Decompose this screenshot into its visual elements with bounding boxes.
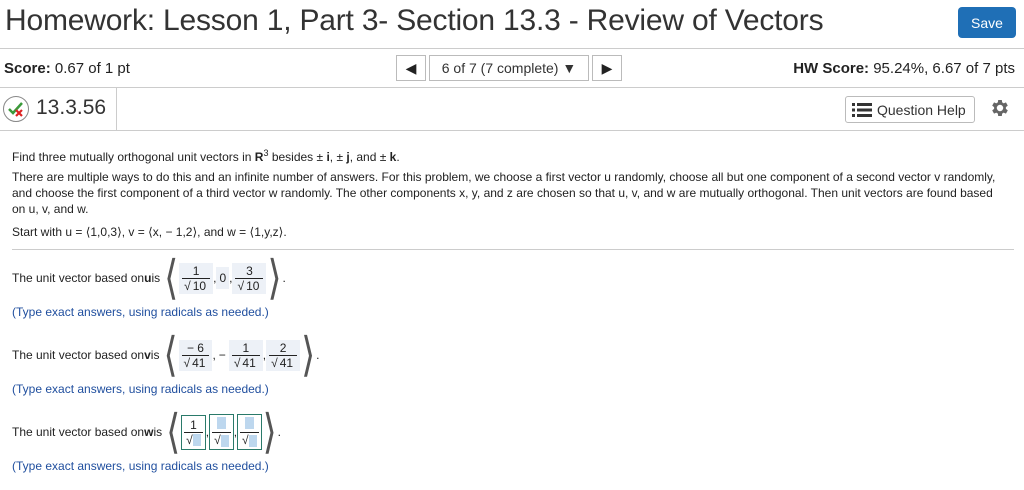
question-bar: 13.3.56 Question Help — [0, 88, 1024, 131]
vector-u: u — [144, 271, 152, 285]
answer-hint: (Type exact answers, using radicals as n… — [12, 382, 269, 396]
score-bar: Score: 0.67 of 1 pt ◀ 6 of 7 (7 complete… — [0, 48, 1024, 88]
hw-score-label: HW Score: — [793, 60, 870, 77]
score-value: 0.67 of 1 pt — [54, 60, 130, 77]
period: . — [316, 348, 320, 362]
answer-v-2: 1 √ 41 — [228, 339, 263, 371]
answer-w-2-input[interactable]: √ — [209, 414, 234, 450]
problem-statement: Find three mutually orthogonal unit vect… — [12, 145, 400, 165]
score-label: Score: — [4, 60, 51, 77]
previous-question-button[interactable]: ◀ — [396, 55, 426, 81]
period: . — [282, 271, 286, 285]
partial-correct-icon — [3, 96, 29, 122]
problem-start: Start with u = ⟨1,0,3⟩, v = ⟨x, − 1,2⟩, … — [12, 225, 287, 239]
answer-hint: (Type exact answers, using radicals as n… — [12, 459, 269, 473]
comma: , — [212, 348, 216, 362]
question-select-dropdown[interactable]: 6 of 7 (7 complete) ▼ — [429, 55, 589, 81]
answer-u-3: 3 √ 10 — [232, 262, 267, 294]
list-icon — [852, 102, 872, 117]
question-help-label: Question Help — [877, 101, 966, 118]
divider — [12, 249, 1014, 250]
answer-row-u: The unit vector based on u is ⟨ 1 √ 10 , 0… — [12, 250, 286, 304]
answer-row-v: The unit vector based on v is ⟨ − 6 √ 41 ,… — [12, 327, 320, 381]
problem-text: besides ± — [268, 150, 327, 164]
next-question-button[interactable]: ▶ — [592, 55, 622, 81]
period: . — [277, 425, 282, 439]
answer-u-2: 0 — [216, 267, 230, 289]
problem-text: Find three mutually orthogonal unit vect… — [12, 150, 255, 164]
answer-hint: (Type exact answers, using radicals as n… — [12, 305, 269, 319]
problem-text: . — [396, 150, 400, 164]
gear-icon[interactable] — [989, 97, 1011, 119]
problem-explanation: There are multiple ways to do this and a… — [12, 170, 996, 216]
answer-label: is — [150, 348, 160, 362]
answer-v-3: 2 √ 41 — [266, 339, 301, 371]
answer-u-1: 1 √ 10 — [179, 262, 214, 294]
answer-label: The unit vector based on — [12, 425, 145, 439]
question-help-button[interactable]: Question Help — [845, 96, 975, 123]
minus-sign: − — [218, 348, 226, 362]
problem-text: , and ± — [349, 150, 390, 164]
answer-v-1: − 6 √ 41 — [178, 339, 213, 371]
page-title: Homework: Lesson 1, Part 3- Section 13.3… — [5, 4, 824, 37]
hw-score: HW Score: 95.24%, 6.67 of 7 pts — [793, 60, 1015, 77]
save-button[interactable]: Save — [958, 7, 1016, 38]
answer-label: is — [151, 271, 161, 285]
title-bar: Homework: Lesson 1, Part 3- Section 13.3… — [0, 0, 1024, 46]
problem-text: , ± — [329, 150, 347, 164]
answer-w-1-input[interactable]: 1 √ — [181, 414, 206, 450]
divider — [116, 88, 117, 130]
vector-v: v — [144, 348, 151, 362]
answer-label: The unit vector based on — [12, 271, 145, 285]
vector-w: w — [144, 425, 154, 439]
score: Score: 0.67 of 1 pt — [4, 60, 130, 77]
answer-row-w: The unit vector based on w is ⟨ 1 √ , √ ,… — [12, 404, 282, 458]
answer-label: The unit vector based on — [12, 348, 145, 362]
question-id: 13.3.56 — [36, 96, 107, 119]
answer-label: is — [153, 425, 163, 439]
answer-w-3-input[interactable]: √ — [237, 414, 262, 450]
hw-score-value: 95.24%, 6.67 of 7 pts — [873, 60, 1015, 77]
